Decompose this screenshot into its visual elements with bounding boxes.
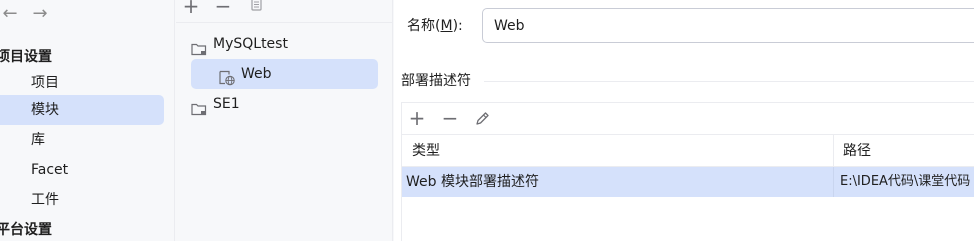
- add-module-icon[interactable]: +: [181, 0, 201, 16]
- nav-item-libraries[interactable]: 库: [0, 125, 164, 155]
- column-header-type[interactable]: 类型: [412, 135, 440, 167]
- descriptors-toolbar: + −: [402, 103, 974, 135]
- project-settings-heading: 项目设置: [0, 49, 52, 65]
- nav-item-label: 工件: [31, 192, 59, 208]
- module-name-input[interactable]: [482, 8, 974, 43]
- nav-item-modules[interactable]: 模块: [0, 95, 164, 125]
- name-label-mnemonic: M: [440, 18, 453, 34]
- edit-pencil-icon[interactable]: [474, 111, 490, 127]
- tree-node-web[interactable]: Web: [191, 59, 378, 89]
- remove-descriptor-icon[interactable]: −: [440, 108, 460, 128]
- nav-item-label: Facet: [31, 162, 69, 178]
- web-module-icon: [219, 67, 235, 86]
- column-divider: [833, 167, 834, 197]
- tree-node-mysqltest[interactable]: MySQLtest: [191, 29, 381, 59]
- table-row[interactable]: Web 模块部署描述符 E:\IDEA代码\课堂代码: [402, 167, 974, 197]
- back-icon[interactable]: ←: [0, 3, 20, 25]
- name-label-prefix: 名称(: [407, 18, 441, 34]
- platform-settings-heading: 平台设置: [0, 222, 52, 238]
- cell-type: Web 模块部署描述符: [406, 174, 539, 190]
- cell-path: E:\IDEA代码\课堂代码: [840, 174, 971, 189]
- forward-icon[interactable]: →: [30, 3, 50, 25]
- nav-item-facets[interactable]: Facet: [0, 155, 164, 185]
- add-descriptor-icon[interactable]: +: [407, 108, 427, 128]
- column-header-path[interactable]: 路径: [843, 135, 871, 167]
- name-label-suffix: ):: [452, 18, 463, 34]
- toolbar-divider: [176, 22, 393, 23]
- module-folder-icon: [191, 37, 207, 56]
- descriptors-table-header: 类型 路径: [402, 135, 974, 167]
- name-label: 名称(M):: [407, 15, 463, 37]
- tree-node-se1[interactable]: SE1: [191, 89, 381, 119]
- deployment-descriptors-title: 部署描述符: [401, 73, 471, 89]
- tree-node-label: Web: [241, 66, 272, 82]
- nav-item-project[interactable]: 项目: [0, 68, 164, 98]
- section-separator: [484, 81, 974, 82]
- module-tree-pane: + − MySQLtest Web SE1: [176, 0, 393, 241]
- nav-item-label: 库: [31, 132, 45, 148]
- nav-item-label: 项目: [31, 75, 59, 91]
- nav-item-label: 模块: [31, 102, 59, 118]
- tree-node-label: SE1: [213, 96, 240, 112]
- tree-node-label: MySQLtest: [213, 36, 288, 52]
- descriptors-panel: + − 类型 路径 Web 模块部署描述符 E:\IDEA代码\课堂代码: [401, 102, 974, 241]
- nav-item-artifacts[interactable]: 工件: [0, 185, 164, 215]
- remove-module-icon[interactable]: −: [213, 0, 233, 16]
- module-details-pane: 名称(M): 部署描述符 + − 类型 路径 Web 模块部署描述符 E:\ID…: [394, 0, 974, 241]
- module-folder-icon: [191, 97, 207, 116]
- settings-nav: ← → 项目设置 项目 模块 库 Facet 工件 平台设置: [0, 0, 175, 241]
- column-divider[interactable]: [833, 135, 834, 167]
- copy-module-icon[interactable]: [248, 0, 264, 14]
